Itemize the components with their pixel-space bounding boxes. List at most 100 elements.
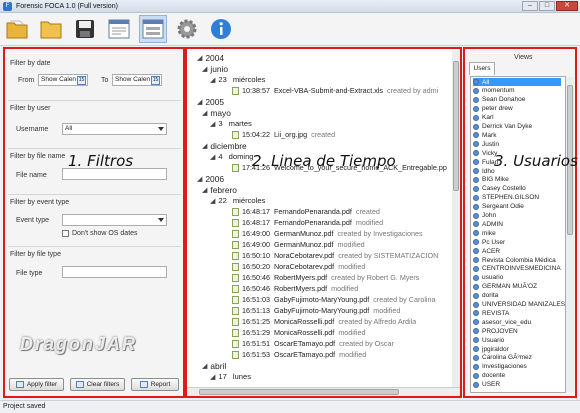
timeline-file-entry[interactable]: 16:50:46 RobertMyers.pdf created by Robert…: [232, 273, 419, 282]
user-list-item[interactable]: Mark: [473, 131, 496, 139]
expand-arrow-icon[interactable]: ◢: [197, 175, 202, 183]
timeline-tree[interactable]: ◢ 2004 ◢ junio ◢ 23 miércoles 10:38:57 Excel-VBA…: [190, 51, 459, 384]
user-list-item[interactable]: Investigaciones: [473, 363, 527, 371]
user-list-item[interactable]: momentum: [473, 87, 515, 95]
from-date-picker[interactable]: Show Calen 15: [38, 74, 88, 86]
timeline-month[interactable]: ◢ junio: [202, 64, 228, 74]
user-list-item[interactable]: USER: [473, 381, 500, 389]
expand-arrow-icon[interactable]: ◢: [202, 142, 207, 150]
user-list-item[interactable]: Casey Costello: [473, 185, 526, 193]
clear-filters-button[interactable]: Clear filters: [70, 378, 125, 391]
expand-arrow-icon[interactable]: ◢: [202, 65, 207, 73]
user-list-item[interactable]: Usuario: [473, 336, 504, 344]
scroll-thumb[interactable]: [453, 61, 459, 191]
user-list-item[interactable]: All: [473, 78, 561, 86]
user-list-item[interactable]: John: [473, 212, 496, 220]
user-list-item[interactable]: jpgiraldor: [473, 345, 509, 353]
timeline-file-entry[interactable]: 16:50:10 NoraCebotarev.pdf created by SIST…: [232, 251, 438, 260]
gear-icon[interactable]: [173, 15, 201, 43]
user-list-item[interactable]: REVISTA: [473, 309, 509, 317]
timeline-file-entry[interactable]: 16:49:00 GermanMunoz.pdf modified: [232, 240, 365, 249]
user-list-item[interactable]: asesor_vice_edu: [473, 318, 531, 326]
user-list-item[interactable]: Carolina GÃ³mez: [473, 354, 532, 362]
timeline-file-entry[interactable]: 16:51:13 GabyFujimoto-MaryYoung.pdf modifi…: [232, 306, 400, 315]
users-list[interactable]: All momentum Sean Donahoe peter drew Karl Der…: [470, 76, 566, 393]
timeline-file-entry[interactable]: 16:51:51 OscarETamayo.pdf created by Oscar: [232, 339, 394, 348]
timeline-year[interactable]: ◢ 2005: [197, 97, 224, 107]
users-tab[interactable]: Users: [469, 62, 495, 75]
user-list-item[interactable]: dorita: [473, 292, 498, 300]
expand-arrow-icon[interactable]: ◢: [210, 76, 215, 84]
os-dates-checkbox[interactable]: [62, 230, 69, 237]
expand-arrow-icon[interactable]: ◢: [210, 153, 215, 161]
event-type-select[interactable]: [62, 214, 167, 226]
user-list-item[interactable]: Karl: [473, 114, 494, 122]
timeline-file-entry[interactable]: 15:04:22 Lii_org.jpg created: [232, 130, 335, 139]
timeline-file-entry[interactable]: 16:51:03 GabyFujimoto-MaryYoung.pdf create…: [232, 295, 436, 304]
expand-arrow-icon[interactable]: ◢: [197, 98, 202, 106]
timeline-file-entry[interactable]: 16:50:20 NoraCebotarev.pdf modified: [232, 262, 365, 271]
user-list-item[interactable]: Revista Colombia Médica: [473, 256, 556, 264]
user-list-item[interactable]: mike: [473, 229, 496, 237]
timeline-year[interactable]: ◢ 2004: [197, 53, 224, 63]
user-list-item[interactable]: ACER: [473, 247, 500, 255]
users-vertical-scrollbar[interactable]: [566, 77, 574, 392]
user-list-item[interactable]: docente: [473, 372, 505, 380]
timeline-file-entry[interactable]: 16:51:29 MonicaRosselli.pdf modified: [232, 328, 365, 337]
document-view-icon[interactable]: [105, 15, 133, 43]
maximize-button[interactable]: □: [539, 1, 555, 11]
expand-arrow-icon[interactable]: ◢: [202, 362, 207, 370]
user-list-item[interactable]: ADMIN: [473, 220, 503, 228]
user-list-item[interactable]: Pc User: [473, 238, 505, 246]
timeline-month[interactable]: ◢ abril: [202, 361, 226, 371]
user-list-item[interactable]: UNIVERSIDAD MANIZALES: [473, 301, 565, 309]
file-type-input[interactable]: [62, 266, 167, 278]
info-icon[interactable]: [207, 15, 235, 43]
open-folder-icon[interactable]: [3, 15, 31, 43]
report-button[interactable]: Report: [131, 378, 179, 391]
timeline-file-entry[interactable]: 10:38:57 Excel-VBA-Submit-and-Extract.xls…: [232, 86, 438, 95]
user-list-item[interactable]: Idho: [473, 167, 495, 175]
timeline-day[interactable]: ◢ 4 doming: [210, 152, 254, 161]
user-list-item[interactable]: usuario: [473, 274, 503, 282]
user-list-item[interactable]: Sergeant Odie: [473, 203, 524, 211]
user-list-item[interactable]: Derrick Van Dyke: [473, 123, 532, 131]
user-list-item[interactable]: peter drew: [473, 105, 513, 113]
timeline-day[interactable]: ◢ 23 miércoles: [210, 75, 265, 84]
calendar-icon[interactable]: 15: [151, 76, 160, 85]
timeline-year[interactable]: ◢ 2006: [197, 174, 224, 184]
timeline-vertical-scrollbar[interactable]: [452, 51, 460, 387]
timeline-file-entry[interactable]: 16:51:53 OscarETamayo.pdf modified: [232, 350, 366, 359]
timeline-file-entry[interactable]: 16:50:46 RobertMyers.pdf modified: [232, 284, 358, 293]
timeline-day[interactable]: ◢ 17 lunes: [210, 372, 251, 381]
expand-arrow-icon[interactable]: ◢: [210, 197, 215, 205]
to-date-picker[interactable]: Show Calen 15: [112, 74, 162, 86]
user-list-item[interactable]: BIG Mike: [473, 176, 509, 184]
timeline-day[interactable]: ◢ 22 miércoles: [210, 196, 265, 205]
timeline-file-entry[interactable]: 16:49:00 GermanMunoz.pdf created by Invest…: [232, 229, 423, 238]
username-select[interactable]: All: [62, 123, 167, 135]
calendar-icon[interactable]: 15: [77, 76, 86, 85]
timeline-month[interactable]: ◢ diciembre: [202, 141, 247, 151]
close-button[interactable]: ✕: [556, 1, 578, 11]
expand-arrow-icon[interactable]: ◢: [202, 186, 207, 194]
user-list-item[interactable]: CENTROINVESMEDICINA: [473, 265, 561, 273]
timeline-file-entry[interactable]: 16:51:25 MonicaRosselli.pdf created by Alf…: [232, 317, 416, 326]
folder-icon[interactable]: [37, 15, 65, 43]
expand-arrow-icon[interactable]: ◢: [202, 109, 207, 117]
user-list-item[interactable]: PROJOVEN: [473, 327, 518, 335]
expand-arrow-icon[interactable]: ◢: [210, 373, 215, 381]
timeline-horizontal-scrollbar[interactable]: [187, 387, 460, 396]
apply-filter-button[interactable]: Apply filter: [9, 378, 64, 391]
user-list-item[interactable]: Justin: [473, 140, 499, 148]
scroll-thumb[interactable]: [199, 389, 399, 395]
user-list-item[interactable]: Sean Donahoe: [473, 96, 525, 104]
timeline-month[interactable]: ◢ febrero: [202, 185, 237, 195]
expand-arrow-icon[interactable]: ◢: [197, 54, 202, 62]
timeline-file-entry[interactable]: 16:48:17 FernandoPenaranda.pdf modified: [232, 218, 383, 227]
timeline-view-icon[interactable]: [139, 15, 167, 43]
expand-arrow-icon[interactable]: ◢: [210, 120, 215, 128]
minimize-button[interactable]: –: [522, 1, 538, 11]
save-icon[interactable]: [71, 15, 99, 43]
timeline-month[interactable]: ◢ mayo: [202, 108, 231, 118]
